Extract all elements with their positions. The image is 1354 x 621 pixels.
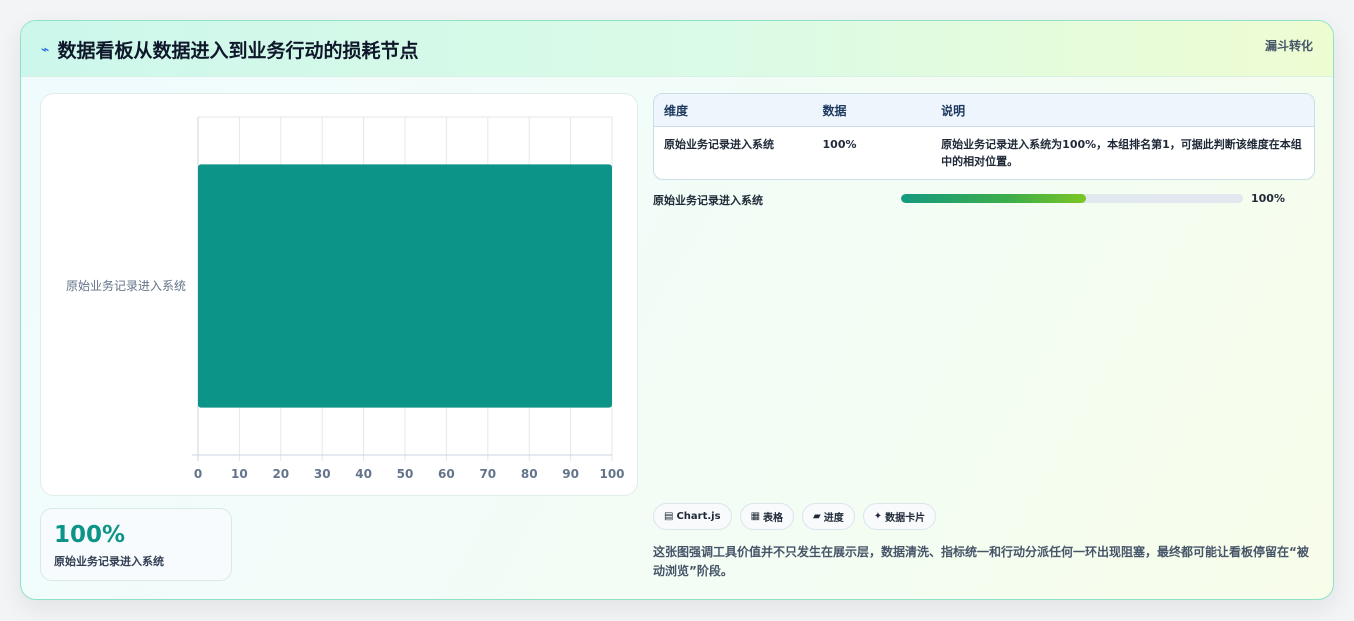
page-title: ⌁ 数据看板从数据进入到业务行动的损耗节点 bbox=[41, 36, 418, 63]
tag-label: 进度 bbox=[823, 513, 844, 524]
x-tick-label: 60 bbox=[438, 467, 455, 481]
table-icon: ▦ bbox=[750, 511, 761, 522]
card-header: ⌁ 数据看板从数据进入到业务行动的损耗节点 漏斗转化 bbox=[21, 21, 1333, 77]
tag-label: 数据卡片 bbox=[885, 513, 926, 524]
tag-table[interactable]: ▦ 表格 bbox=[739, 503, 795, 530]
table-cell-description: 原始业务记录进入系统为100%，本组排名第1，可据此判断该维度在本组中的相对位置… bbox=[941, 138, 1302, 168]
tag-progress[interactable]: ▰ 进度 bbox=[802, 503, 855, 530]
x-tick-label: 70 bbox=[479, 467, 496, 481]
progress-label: 原始业务记录进入系统 bbox=[653, 194, 763, 207]
bar-chart-panel: 0 10 20 30 40 50 60 70 80 90 100 原始业务记录进入系统 bbox=[40, 93, 638, 496]
progress-value: 100% bbox=[1251, 192, 1285, 205]
x-tick-label: 50 bbox=[397, 467, 414, 481]
x-tick-label: 40 bbox=[355, 467, 372, 481]
bar-chart: 0 10 20 30 40 50 60 70 80 90 100 原始业务记录进入系统 bbox=[66, 116, 625, 481]
progress-row: 原始业务记录进入系统 100% bbox=[653, 192, 1315, 210]
tag-chartjs[interactable]: ▤ Chart.js bbox=[653, 503, 732, 530]
stat-card: 100% 原始业务记录进入系统 bbox=[40, 508, 232, 581]
tag-data-card[interactable]: ✦ 数据卡片 bbox=[862, 503, 937, 530]
progress-track bbox=[901, 194, 1243, 203]
table-header-data: 数据 bbox=[822, 103, 847, 118]
x-tick-label: 30 bbox=[314, 467, 331, 481]
table-cell-dimension: 原始业务记录进入系统 bbox=[664, 138, 774, 151]
category-tag: 漏斗转化 bbox=[1264, 39, 1313, 53]
x-tick-label: 20 bbox=[272, 467, 289, 481]
chart-icon: ▤ bbox=[664, 511, 674, 522]
tag-list: ▤ Chart.js ▦ 表格 ▰ 进度 ✦ 数据卡片 bbox=[653, 503, 937, 530]
table-row: 原始业务记录进入系统 100% 原始业务记录进入系统为100%，本组排名第1，可… bbox=[654, 127, 1314, 170]
stat-value: 100% bbox=[54, 522, 126, 548]
progress-icon: ▰ bbox=[813, 511, 821, 522]
bar[interactable] bbox=[198, 164, 612, 408]
data-table: 维度 数据 说明 原始业务记录进入系统 100% 原始业务记录进入系统为100%… bbox=[653, 93, 1315, 180]
tag-label: Chart.js bbox=[676, 511, 721, 522]
progress-fill bbox=[901, 194, 1086, 203]
footnote: 这张图强调工具价值并不只发生在展示层，数据清洗、指标统一和行动分派任何一环出现阻… bbox=[653, 545, 1309, 578]
sparkle-icon: ✦ bbox=[873, 511, 883, 522]
table-header-dimension: 维度 bbox=[664, 103, 689, 118]
x-tick-label: 0 bbox=[194, 467, 202, 481]
dashboard-card: ⌁ 数据看板从数据进入到业务行动的损耗节点 漏斗转化 0 10 20 30 40 50 60… bbox=[20, 20, 1334, 600]
table-cell-data: 100% bbox=[822, 138, 857, 151]
x-tick-label: 90 bbox=[562, 467, 579, 481]
bolt-icon: ⌁ bbox=[41, 41, 50, 58]
y-tick-label: 原始业务记录进入系统 bbox=[66, 278, 186, 293]
x-tick-label: 80 bbox=[521, 467, 538, 481]
table-header-description: 说明 bbox=[941, 103, 966, 118]
x-tick-label: 100 bbox=[599, 467, 624, 481]
tag-label: 表格 bbox=[763, 513, 784, 524]
table-header-row: 维度 数据 说明 bbox=[654, 94, 1314, 127]
page-title-text: 数据看板从数据进入到业务行动的损耗节点 bbox=[57, 40, 419, 62]
x-tick-label: 10 bbox=[231, 467, 248, 481]
stat-label: 原始业务记录进入系统 bbox=[54, 555, 164, 568]
